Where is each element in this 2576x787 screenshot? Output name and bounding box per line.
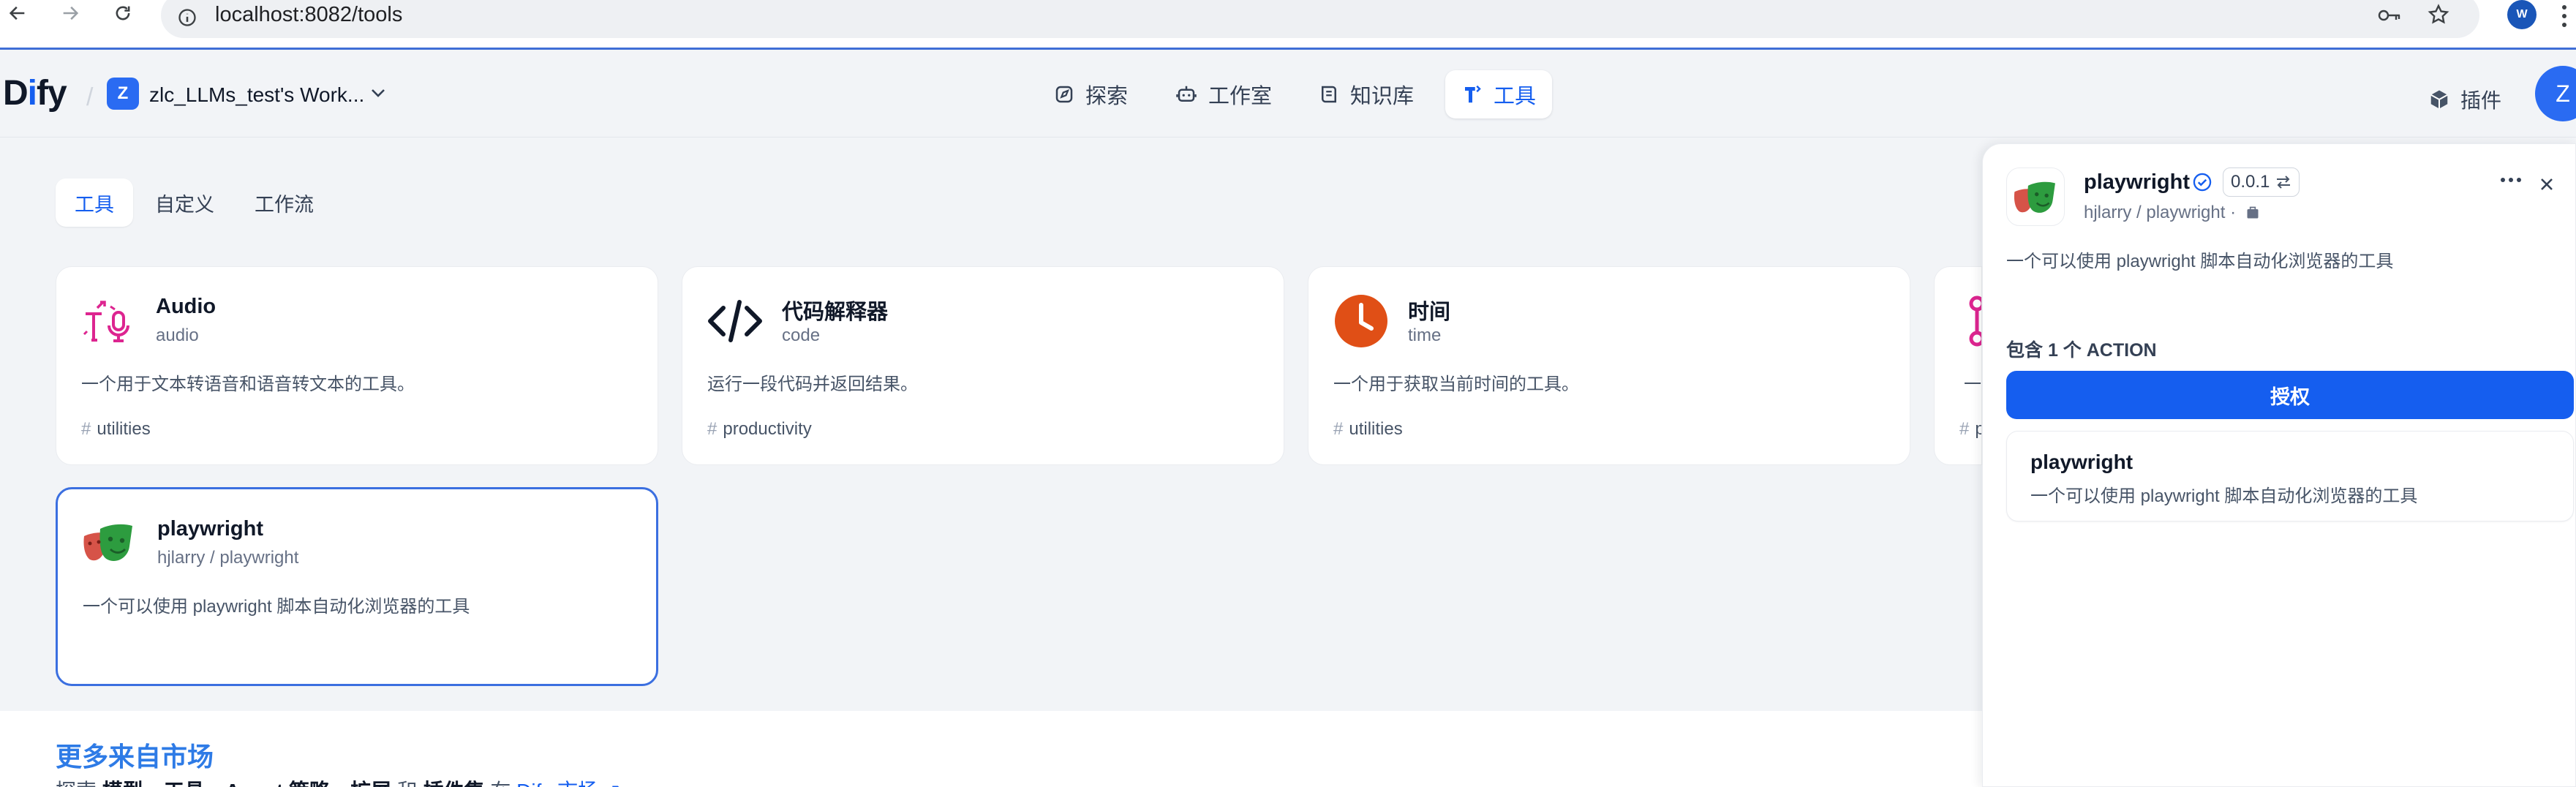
tab-builtin[interactable]: 工具 xyxy=(56,178,133,227)
user-avatar[interactable]: Z xyxy=(2535,66,2576,121)
actions-count-label: 包含 1 个 ACTION xyxy=(2006,340,2157,361)
switch-version-icon xyxy=(2277,176,2291,189)
address-bar[interactable]: localhost:8082/tools xyxy=(161,0,2479,38)
action-description: 一个可以使用 playwright 脚本自动化浏览器的工具 xyxy=(2030,486,2418,506)
card-description: 一 xyxy=(1964,374,1981,394)
version-badge[interactable]: 0.0.1 xyxy=(2223,167,2300,197)
code-icon xyxy=(707,293,763,349)
card-tag: # utilities xyxy=(81,419,151,439)
site-info-icon xyxy=(178,9,196,26)
app-header: Dify / Z zlc_LLMs_test's Work... 探索 工作室 … xyxy=(0,51,2576,138)
theater-masks-icon xyxy=(2006,167,2065,226)
close-icon[interactable] xyxy=(2539,176,2555,192)
card-tag: # productivity xyxy=(707,419,812,439)
header-separator: / xyxy=(86,83,94,111)
card-title: 代码解释器 xyxy=(782,301,889,324)
card-title: Audio xyxy=(156,295,216,318)
browser-profile-avatar[interactable]: W xyxy=(2507,0,2537,29)
back-button[interactable] xyxy=(1,0,34,29)
audio-icon xyxy=(81,293,137,349)
explore-icon xyxy=(1055,86,1073,103)
pink-node-icon xyxy=(1964,293,1981,349)
tab-custom[interactable]: 自定义 xyxy=(136,178,233,227)
tool-card-time[interactable]: 时间 time 一个用于获取当前时间的工具。 # utilities xyxy=(1308,266,1910,465)
theater-masks-icon xyxy=(81,514,137,570)
browser-menu-icon[interactable] xyxy=(2560,3,2569,29)
verified-badge-icon xyxy=(2193,173,2212,192)
panel-author: hjlarry / playwright · xyxy=(2084,203,2260,223)
workspace-name[interactable]: zlc_LLMs_test's Work... xyxy=(149,83,364,107)
card-subtitle: time xyxy=(1408,325,1442,345)
card-description: 运行一段代码并返回结果。 xyxy=(707,374,918,394)
marketplace-section: 更多来自市场 探索 模型、工具、Agent 策略、扩展 和 插件集 在 Dify… xyxy=(0,711,1982,787)
more-options-icon[interactable] xyxy=(2499,176,2523,184)
card-subtitle: audio xyxy=(156,325,199,345)
reload-button[interactable] xyxy=(107,0,139,29)
nav-explore[interactable]: 探索 xyxy=(1037,70,1144,118)
forward-button[interactable] xyxy=(54,0,86,29)
tab-workflow[interactable]: 工作流 xyxy=(236,178,333,227)
chevron-down-icon[interactable] xyxy=(370,88,386,98)
robot-icon xyxy=(1176,86,1197,102)
url-text: localhost:8082/tools xyxy=(215,3,403,26)
marketplace-link[interactable]: Dify 市场 ↗ xyxy=(516,780,621,787)
password-key-icon xyxy=(2378,10,2400,21)
card-title: 时间 xyxy=(1408,301,1451,324)
browser-toolbar: localhost:8082/tools W xyxy=(0,0,2576,50)
card-tag: # utilities xyxy=(1333,419,1403,439)
tool-card-audio[interactable]: Audio audio 一个用于文本转语音和语音转文本的工具。 # utiliti… xyxy=(56,266,658,465)
nav-studio[interactable]: 工作室 xyxy=(1159,70,1288,118)
book-icon xyxy=(1322,86,1336,103)
marketplace-title: 更多来自市场 xyxy=(56,742,214,772)
package-icon xyxy=(2247,206,2259,219)
nav-knowledge[interactable]: 知识库 xyxy=(1302,70,1430,118)
clock-icon xyxy=(1333,293,1389,349)
bookmark-star-icon xyxy=(2428,4,2449,24)
card-subtitle: code xyxy=(782,325,821,345)
card-description: 一个可以使用 playwright 脚本自动化浏览器的工具 xyxy=(83,597,470,617)
reload-icon xyxy=(116,6,130,20)
plugin-box-icon xyxy=(2430,90,2448,109)
arrow-left-icon xyxy=(9,6,25,20)
marketplace-subtitle: 探索 模型、工具、Agent 策略、扩展 和 插件集 在 Dify 市场 ↗ xyxy=(56,775,621,787)
card-tag: #p xyxy=(1959,419,1981,439)
action-item[interactable]: playwright 一个可以使用 playwright 脚本自动化浏览器的工具 xyxy=(2006,431,2574,521)
tools-icon xyxy=(1465,85,1481,103)
plugins-button[interactable]: 插件 xyxy=(2428,85,2501,114)
dify-logo[interactable]: Dify xyxy=(3,73,67,113)
arrow-right-icon xyxy=(63,6,79,20)
card-description: 一个用于文本转语音和语音转文本的工具。 xyxy=(81,374,415,394)
card-subtitle: hjlarry / playwright xyxy=(157,548,299,568)
authorize-button[interactable]: 授权 xyxy=(2006,371,2574,419)
card-description: 一个用于获取当前时间的工具。 xyxy=(1333,374,1579,394)
tool-card-playwright[interactable]: playwright hjlarry / playwright 一个可以使用 p… xyxy=(56,487,658,686)
action-name: playwright xyxy=(2030,451,2134,473)
panel-title: playwright xyxy=(2084,170,2191,194)
nav-tools[interactable]: 工具 xyxy=(1445,70,1553,118)
card-title: playwright xyxy=(157,517,264,541)
tool-detail-panel: playwright 0.0.1 hjlarry / playwright · … xyxy=(1982,143,2576,787)
tool-card-code[interactable]: 代码解释器 code 运行一段代码并返回结果。 # productivity xyxy=(682,266,1284,465)
tool-card-partial[interactable]: 一 #p xyxy=(1934,266,1982,465)
workspace-avatar[interactable]: Z xyxy=(107,78,139,110)
panel-description: 一个可以使用 playwright 脚本自动化浏览器的工具 xyxy=(2006,252,2394,271)
